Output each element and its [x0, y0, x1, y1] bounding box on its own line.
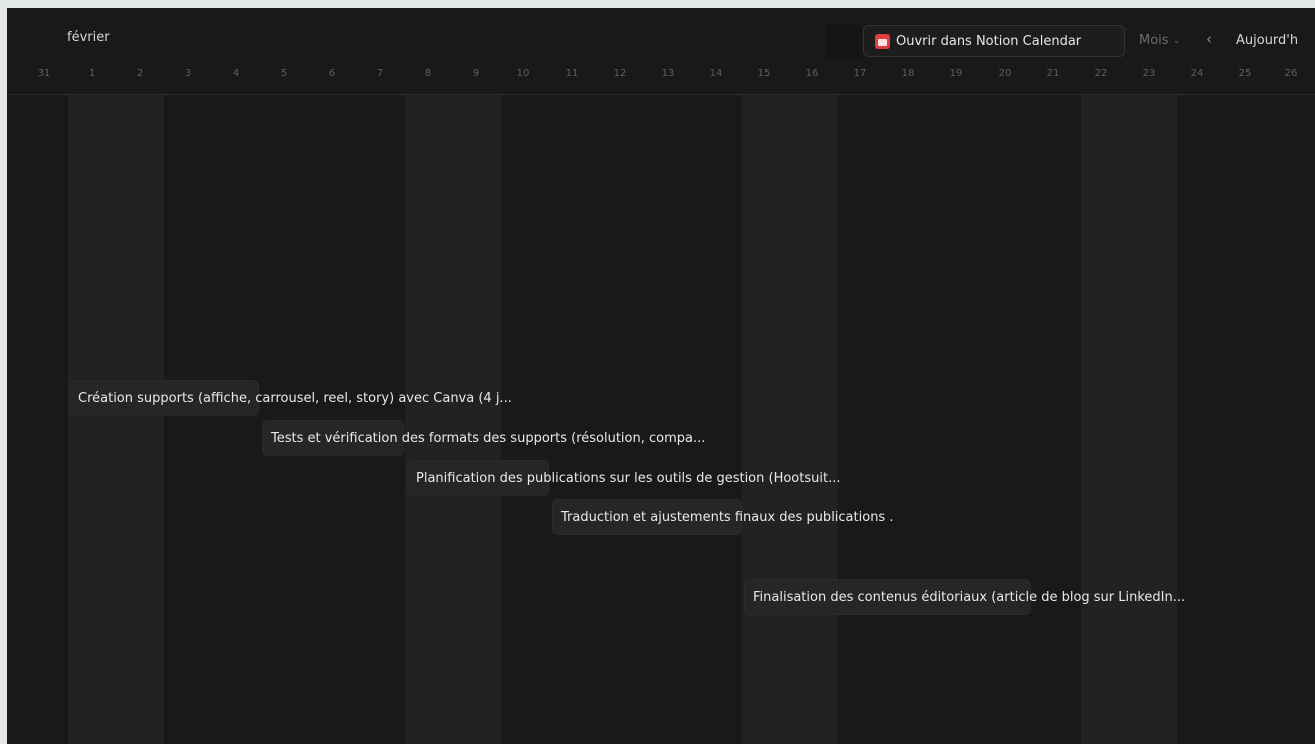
- weekend-column: [116, 95, 165, 744]
- day-number: 18: [901, 68, 915, 79]
- chevron-down-icon: ⌄: [1172, 35, 1181, 46]
- weekend-column: [68, 95, 117, 744]
- open-in-notion-calendar-button[interactable]: Ouvrir dans Notion Calendar: [863, 25, 1125, 57]
- day-number: 3: [184, 68, 192, 79]
- day-number: 23: [1142, 68, 1156, 79]
- day-number: 5: [280, 68, 288, 79]
- timeline-grid: Création supports (affiche, carrousel, r…: [7, 95, 1315, 744]
- day-number: 10: [516, 68, 530, 79]
- day-number: 7: [376, 68, 384, 79]
- day-number: 14: [709, 68, 723, 79]
- calendar-header: février Ouvrir dans Notion Calendar Mois…: [7, 8, 1315, 95]
- weekend-column: [790, 95, 839, 744]
- chevron-left-icon[interactable]: ‹: [1206, 30, 1212, 48]
- day-number: 1: [88, 68, 96, 79]
- event-title: Tests et vérification des formats des su…: [271, 430, 706, 446]
- timeline-event[interactable]: Tests et vérification des formats des su…: [262, 420, 705, 456]
- event-title: Traduction et ajustements finaux des pub…: [561, 509, 894, 525]
- today-button[interactable]: Aujourd'h: [1236, 33, 1298, 48]
- event-title: Finalisation des contenus éditoriaux (ar…: [753, 589, 1186, 605]
- timeline-event[interactable]: Finalisation des contenus éditoriaux (ar…: [744, 579, 1185, 615]
- day-number: 20: [998, 68, 1012, 79]
- day-number: 19: [949, 68, 963, 79]
- day-number: 31: [37, 68, 51, 79]
- timeline-event[interactable]: Planification des publications sur les o…: [407, 460, 840, 496]
- day-number: 11: [565, 68, 579, 79]
- event-title: Création supports (affiche, carrousel, r…: [78, 390, 512, 406]
- view-select[interactable]: Mois ⌄: [1139, 33, 1180, 48]
- day-number: 8: [424, 68, 432, 79]
- header-divider: [826, 25, 862, 59]
- day-number: 24: [1190, 68, 1204, 79]
- day-number: 12: [613, 68, 627, 79]
- weekend-column: [1081, 95, 1130, 744]
- day-number: 16: [805, 68, 819, 79]
- month-label: février: [67, 30, 110, 45]
- day-number: 26: [1284, 68, 1298, 79]
- weekend-column: [1129, 95, 1178, 744]
- day-number: 15: [757, 68, 771, 79]
- day-number: 22: [1094, 68, 1108, 79]
- day-number: 9: [472, 68, 480, 79]
- timeline-event[interactable]: Création supports (affiche, carrousel, r…: [69, 380, 512, 416]
- weekend-column: [742, 95, 791, 744]
- timeline-event[interactable]: Traduction et ajustements finaux des pub…: [552, 499, 893, 535]
- day-number: 13: [661, 68, 675, 79]
- view-select-label: Mois: [1139, 33, 1169, 48]
- day-number: 6: [328, 68, 336, 79]
- calendar-timeline: Création supports (affiche, carrousel, r…: [7, 8, 1315, 744]
- day-number: 21: [1046, 68, 1060, 79]
- open-in-notion-calendar-label: Ouvrir dans Notion Calendar: [896, 33, 1082, 49]
- calendar-icon: [875, 33, 890, 49]
- day-number: 17: [853, 68, 867, 79]
- day-number-row: 31 1 2 3 4 5 6 7 8 9 10 11 12 13 14 15 1…: [7, 68, 1315, 90]
- event-title: Planification des publications sur les o…: [416, 470, 841, 486]
- day-number: 25: [1238, 68, 1252, 79]
- day-number: 2: [136, 68, 144, 79]
- day-number: 4: [232, 68, 240, 79]
